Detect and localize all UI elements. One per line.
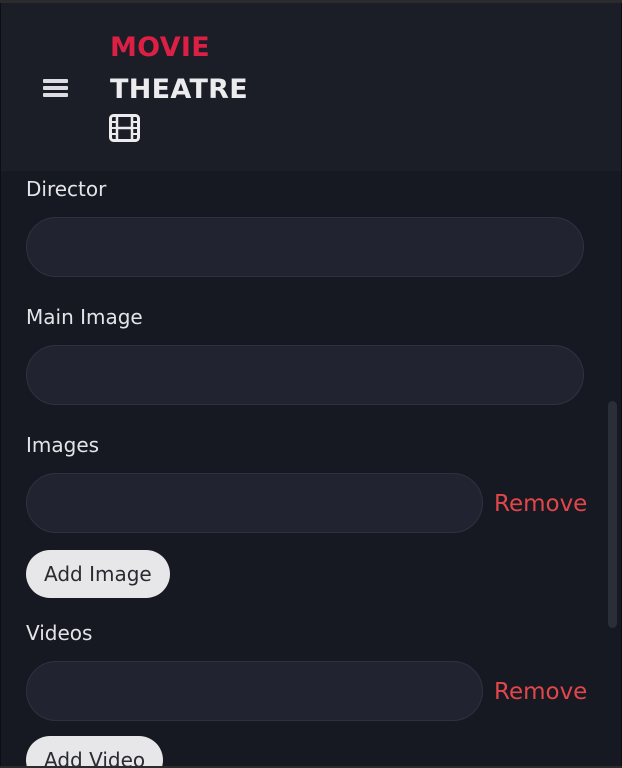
brand-title-movie: MOVIE bbox=[110, 32, 210, 63]
director-input[interactable] bbox=[26, 217, 584, 277]
film-icon bbox=[109, 114, 140, 142]
remove-video-link[interactable]: Remove bbox=[494, 677, 587, 707]
main-image-input[interactable] bbox=[26, 345, 584, 405]
director-label: Director bbox=[26, 177, 107, 201]
video-url-input[interactable] bbox=[26, 661, 483, 721]
app-frame: MOVIE THEATRE Director Main Image Images… bbox=[0, 3, 622, 766]
videos-label: Videos bbox=[26, 621, 93, 645]
images-label: Images bbox=[26, 433, 100, 457]
scrollbar-thumb[interactable] bbox=[608, 401, 617, 628]
navbar: MOVIE THEATRE bbox=[1, 3, 621, 171]
image-url-input[interactable] bbox=[26, 473, 483, 533]
main-image-label: Main Image bbox=[26, 305, 143, 329]
remove-image-link[interactable]: Remove bbox=[494, 489, 587, 519]
add-image-button[interactable]: Add Image bbox=[26, 550, 170, 598]
hamburger-menu-icon[interactable] bbox=[43, 79, 69, 99]
brand-title-theatre: THEATRE bbox=[110, 74, 249, 105]
brand-logo[interactable]: MOVIE THEATRE bbox=[110, 31, 248, 111]
add-video-button[interactable]: Add Video bbox=[26, 736, 164, 766]
